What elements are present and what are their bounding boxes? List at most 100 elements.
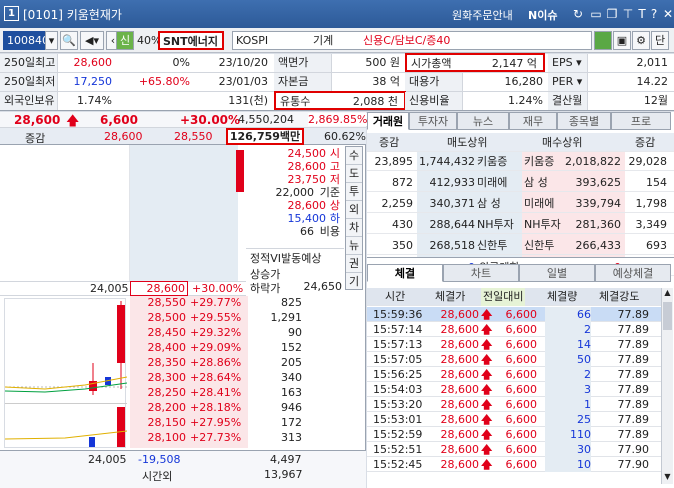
tab-daily[interactable]: 일별	[519, 264, 595, 282]
broker-sell-name[interactable]: 키움증	[477, 152, 507, 171]
tab-program[interactable]: 프로	[611, 112, 671, 130]
broker-sell-qty: 268,518	[429, 239, 476, 252]
trade-row[interactable]: 15:52:51 28,600 🡅 6,600 30 77.90	[367, 442, 664, 457]
scroll-up-icon[interactable]: ▲	[662, 288, 673, 300]
tab-chart[interactable]: 차트	[443, 264, 519, 282]
broker-buy-name[interactable]: 키움증	[524, 152, 554, 171]
gear-icon[interactable]: ⚙	[632, 31, 650, 50]
vi-box: 정적VI발동예상 상승가 하락가 24,650	[246, 248, 344, 295]
side-tab-sell[interactable]: 도	[346, 165, 362, 183]
bid-price[interactable]: 28,350	[130, 356, 187, 370]
tab-finance[interactable]: 재무	[509, 112, 557, 130]
broker-buy-name[interactable]: 신한투	[524, 236, 554, 255]
search-icon[interactable]: 🔍	[60, 31, 78, 50]
broker-sell-name[interactable]: 신한투	[477, 236, 507, 255]
bid-rate: +29.09%	[190, 341, 242, 354]
trade-row[interactable]: 15:56:25 28,600 🡅 6,600 2 77.89	[367, 367, 664, 382]
trade-price: 28,600	[440, 308, 480, 321]
side-tab-buy[interactable]: 수	[346, 147, 362, 165]
bid-price[interactable]: 28,450	[130, 326, 187, 340]
tab-by-stock[interactable]: 종목별	[557, 112, 611, 130]
tab-trades[interactable]: 체결	[367, 264, 443, 282]
broker-sell-name[interactable]: 미래에	[477, 173, 507, 192]
float-label: 유통수	[280, 95, 311, 108]
order-guide-link[interactable]: 원화주문안내	[452, 7, 513, 23]
bid-price[interactable]: 28,100	[130, 431, 187, 445]
ask-price[interactable]: 28,600	[130, 281, 188, 296]
trade-qty: 25	[545, 412, 591, 427]
trade-change: 6,600	[505, 398, 538, 411]
broker-buy-name[interactable]: 미래에	[524, 194, 554, 213]
tab-expected[interactable]: 예상체결	[595, 264, 671, 282]
side-tab-news[interactable]: 뉴	[346, 237, 362, 255]
eps-label[interactable]: EPS ▾	[548, 54, 588, 72]
single-button[interactable]: 단	[651, 31, 669, 50]
bid-rate: +28.86%	[190, 356, 242, 369]
bid-price[interactable]: 28,400	[130, 341, 187, 355]
broker-buy-name[interactable]: NH투자	[524, 215, 561, 234]
side-tab-etc[interactable]: 기	[346, 273, 362, 291]
speaker-icon[interactable]: ◀▾	[80, 31, 104, 50]
side-tab-foreign[interactable]: 외	[346, 201, 362, 219]
trade-qty: 50	[545, 352, 591, 367]
scroll-thumb[interactable]	[663, 302, 672, 330]
side-tab-invest[interactable]: 투	[346, 183, 362, 201]
bid-price[interactable]: 28,200	[130, 401, 187, 415]
trade-qty: 14	[545, 337, 591, 352]
excel-icon[interactable]	[594, 31, 612, 50]
trade-row[interactable]: 15:59:36 28,600 🡅 6,600 66 77.89	[367, 307, 664, 322]
tab-news[interactable]: 뉴스	[457, 112, 509, 130]
ask-total-qty: 24,005	[90, 282, 129, 295]
bid-qty: 340	[281, 371, 302, 384]
trade-strength: 77.89	[617, 368, 650, 381]
trades-scrollbar[interactable]: ▲ ▼	[661, 288, 673, 484]
stock-code-input[interactable]: 100840	[3, 31, 49, 50]
copy-icon[interactable]: ❐	[604, 6, 620, 22]
layout-icon[interactable]: ▭	[588, 6, 604, 22]
window-icon[interactable]: ▣	[613, 31, 631, 50]
close-icon[interactable]: ✕	[660, 6, 674, 22]
bid-rows: 28,550 +29.77% 825 28,500 +29.55% 1,291 …	[0, 296, 366, 448]
side-tab-rights[interactable]: 권	[346, 255, 362, 273]
bid-price[interactable]: 28,500	[130, 311, 187, 325]
trade-time: 15:59:36	[373, 308, 423, 321]
tab-investor[interactable]: 투자자	[409, 112, 457, 130]
refresh-icon[interactable]: ↻	[570, 6, 586, 22]
trade-price: 28,600	[440, 428, 480, 441]
market-cap-label: 시가총액	[411, 57, 452, 70]
trade-row[interactable]: 15:52:45 28,600 🡅 6,600 10 77.90	[367, 457, 664, 472]
trade-row[interactable]: 15:52:59 28,600 🡅 6,600 110 77.89	[367, 427, 664, 442]
trade-time: 15:53:01	[373, 413, 423, 426]
broker-header: 증감 매도상위 매수상위 증감	[367, 133, 674, 152]
broker-sell-name[interactable]: 삼 성	[477, 194, 501, 213]
window-number: 1	[4, 6, 19, 21]
up-arrow-icon: 🡅	[481, 443, 493, 456]
trade-time: 15:52:51	[373, 443, 423, 456]
broker-buy-qty: 2,018,822	[565, 155, 621, 168]
market-label: KOSPI	[236, 34, 269, 47]
trade-amount: 126,759백만	[226, 128, 304, 145]
ask-rate-column	[190, 145, 238, 281]
trade-row[interactable]: 15:54:03 28,600 🡅 6,600 3 77.89	[367, 382, 664, 397]
scroll-down-icon[interactable]: ▼	[662, 472, 673, 484]
side-tab-chart[interactable]: 차	[346, 219, 362, 237]
trade-row[interactable]: 15:57:05 28,600 🡅 6,600 50 77.89	[367, 352, 664, 367]
bid-price[interactable]: 28,550	[130, 296, 187, 310]
trade-row[interactable]: 15:53:01 28,600 🡅 6,600 25 77.89	[367, 412, 664, 427]
issue-link[interactable]: N이슈	[528, 7, 557, 23]
tab-broker[interactable]: 거래원	[367, 112, 409, 130]
code-dropdown-icon[interactable]: ▾	[45, 31, 58, 50]
trade-row[interactable]: 15:53:20 28,600 🡅 6,600 1 77.89	[367, 397, 664, 412]
per-label[interactable]: PER ▾	[548, 73, 588, 91]
bid-price[interactable]: 28,150	[130, 416, 187, 430]
bid-rate: +29.32%	[190, 326, 242, 339]
broker-sell-name[interactable]: NH투자	[477, 215, 514, 234]
trade-row[interactable]: 15:57:14 28,600 🡅 6,600 2 77.89	[367, 322, 664, 337]
broker-buy-name[interactable]: 삼 성	[524, 173, 548, 192]
trade-change: 6,600	[505, 353, 538, 366]
low-250-label: 250일최저	[0, 73, 58, 91]
up-arrow-icon: 🡅	[481, 323, 493, 336]
bid-price[interactable]: 28,250	[130, 386, 187, 400]
trade-row[interactable]: 15:57:13 28,600 🡅 6,600 14 77.89	[367, 337, 664, 352]
bid-price[interactable]: 28,300	[130, 371, 187, 385]
